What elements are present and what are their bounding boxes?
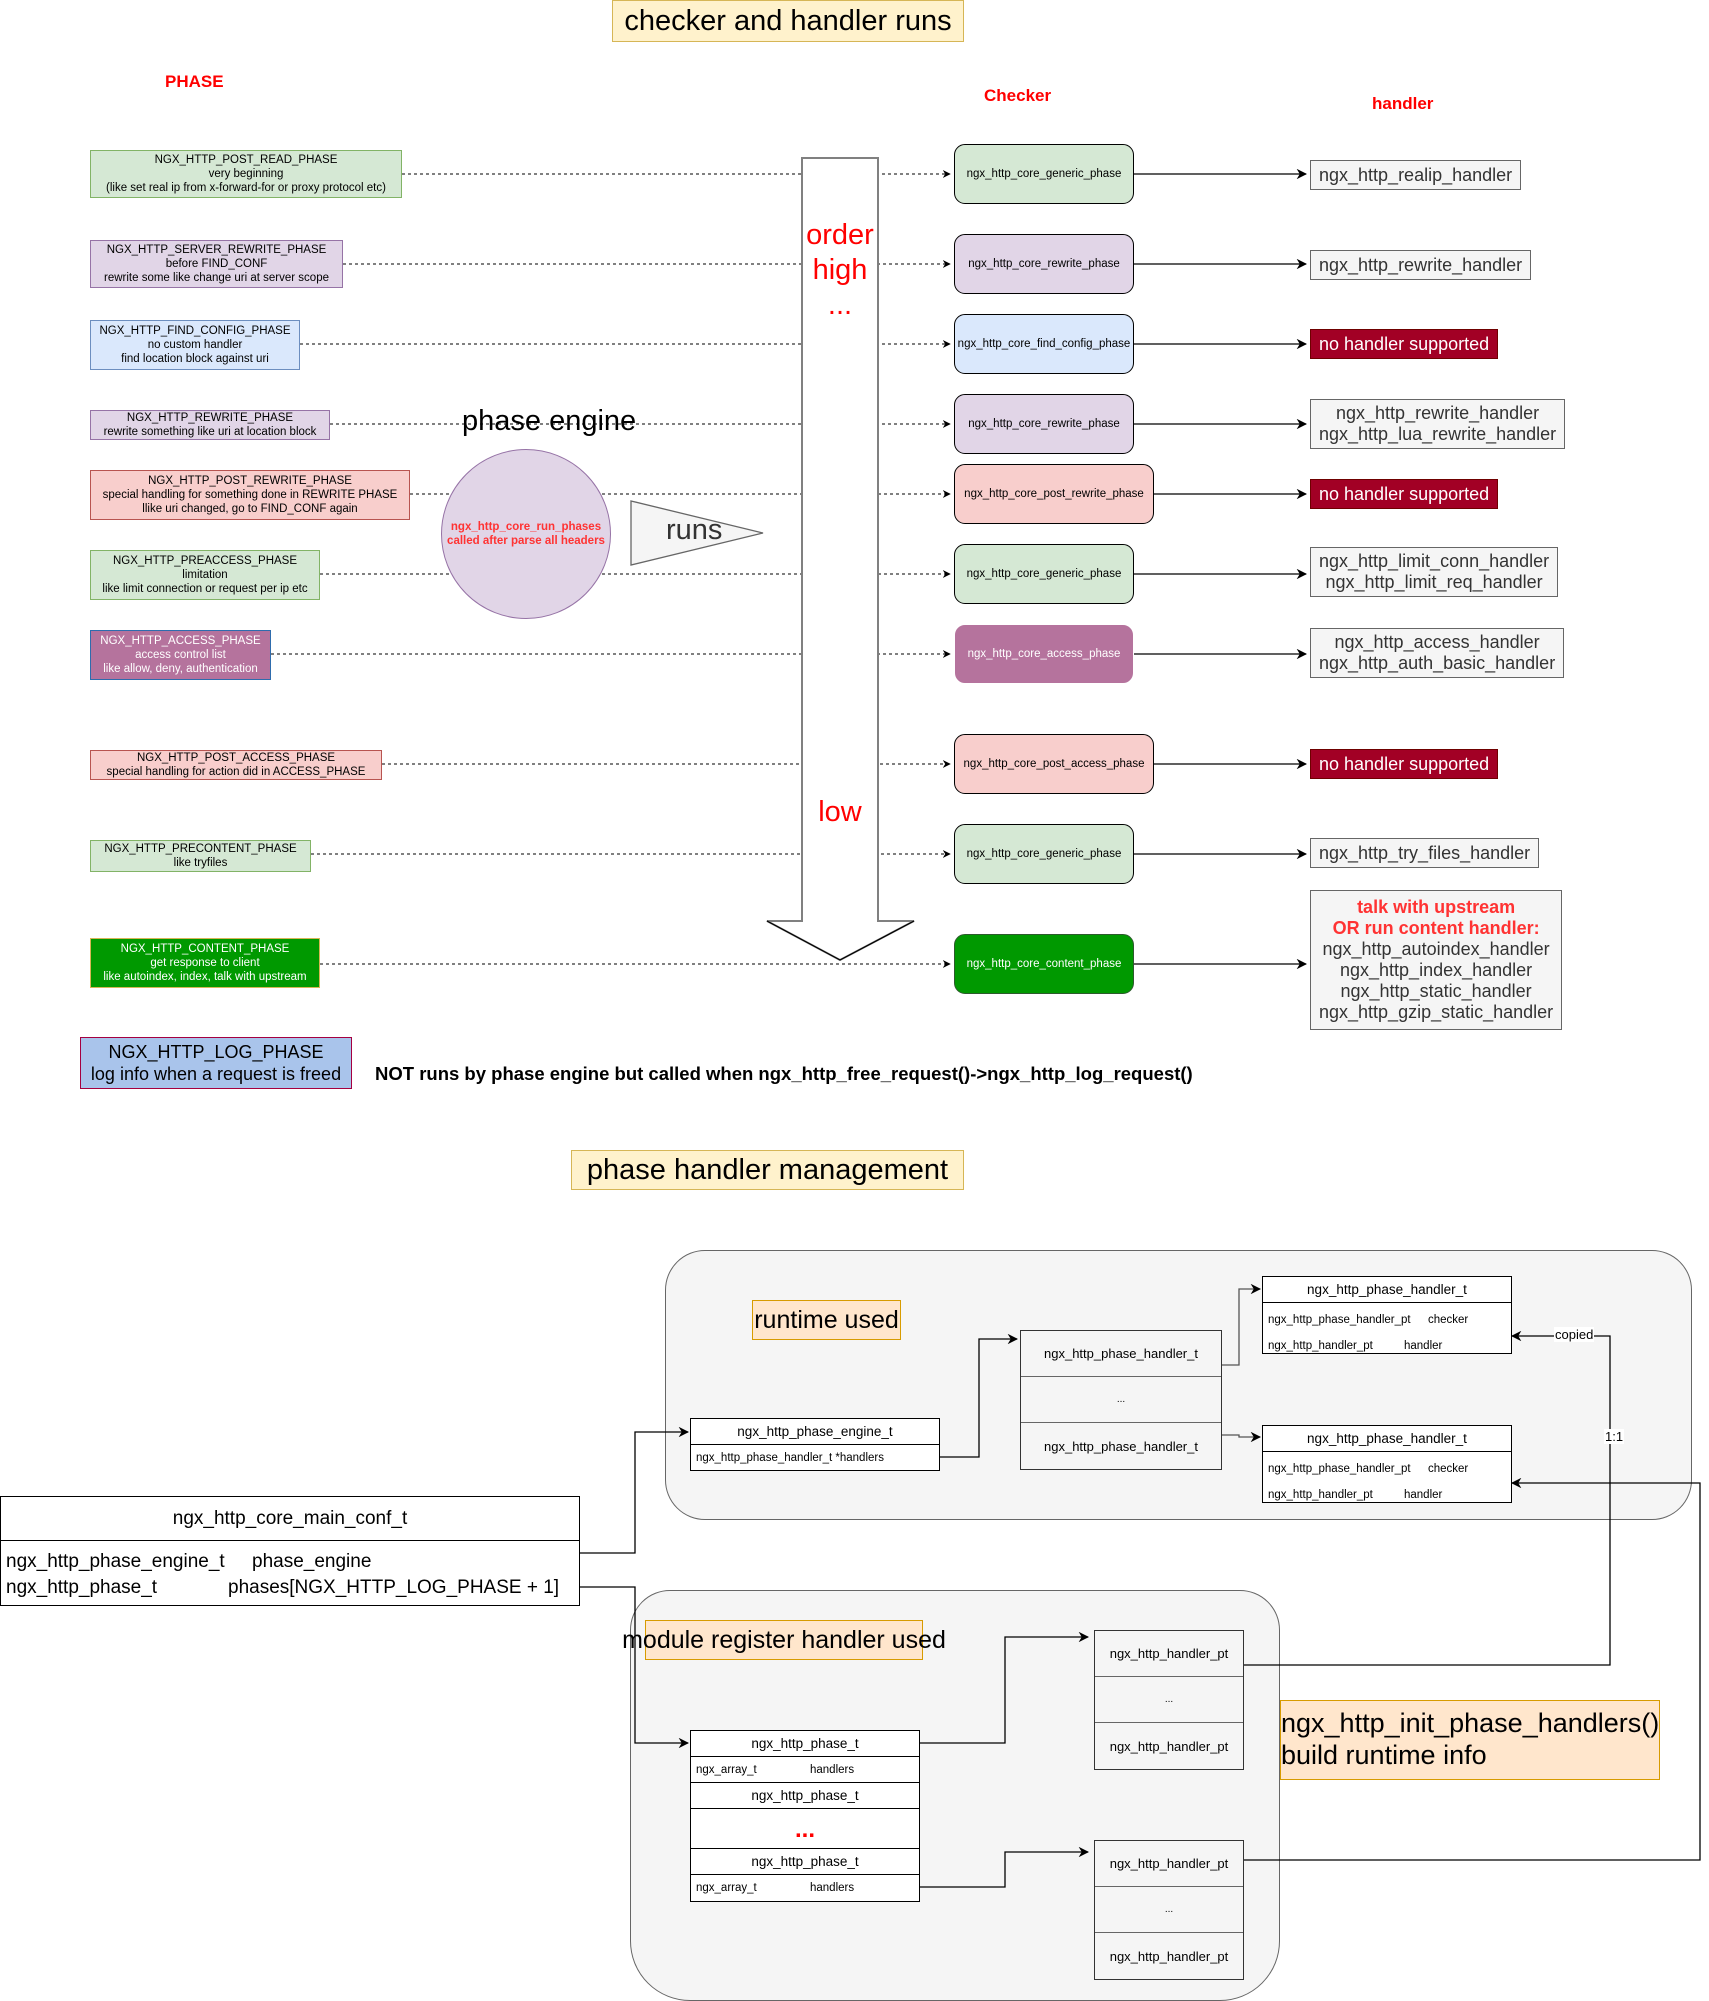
phase-handler-field: ngx_http_phase_handler_pt checker — [1268, 1463, 1469, 1475]
phase-handler-struct: ngx_http_phase_handler_t ngx_http_phase_h… — [1262, 1276, 1512, 1354]
edge-array-to-handler2 — [1222, 1431, 1262, 1443]
phase-engine-struct-field: ngx_http_phase_handler_t *handlers — [696, 1451, 884, 1464]
handler-pt-stack-2: ngx_http_handler_pt ... ngx_http_handler… — [1094, 1840, 1244, 1980]
handler-pt-ellipsis: ... — [1095, 1887, 1243, 1933]
phases-array-struct: ngx_http_phase_t ngx_array_t handlers ngx… — [690, 1730, 920, 1902]
phase-handler-struct-title: ngx_http_phase_handler_t — [1263, 1277, 1511, 1303]
edge-array-to-handler1 — [1222, 1283, 1262, 1366]
core-main-conf-fields: ngx_http_phase_engine_t phase_engine ngx_… — [1, 1541, 579, 1609]
edge-main-to-phases — [580, 1586, 690, 1749]
edge-phase-to-pt-stack2 — [920, 1846, 1090, 1888]
handler-pt-item: ngx_http_handler_pt — [1109, 1738, 1229, 1754]
phase-t-field: ngx_array_t handlers — [691, 1757, 919, 1783]
phase-handler-struct-title: ngx_http_phase_handler_t — [1263, 1426, 1511, 1452]
phase-handler-array-item: ngx_http_phase_handler_t — [1021, 1331, 1221, 1377]
core-main-conf-title: ngx_http_core_main_conf_t — [1, 1497, 579, 1541]
phase-handler-array: ngx_http_phase_handler_t ... ngx_http_ph… — [1020, 1330, 1222, 1470]
handler-pt-item: ngx_http_handler_pt — [1109, 1948, 1229, 1964]
handler-pt-stack-1: ngx_http_handler_pt ... ngx_http_handler… — [1094, 1630, 1244, 1770]
phase-handler-array-ellipsis: ... — [1021, 1377, 1221, 1423]
phase-handler-field: ngx_http_phase_handler_pt checker — [1268, 1314, 1469, 1326]
phase-handler-field: ngx_http_handler_pt handler — [1268, 1340, 1443, 1352]
phase-t-field: ngx_array_t handlers — [696, 1882, 855, 1894]
edge-engine-to-array — [940, 1333, 1019, 1458]
phase-t-title: ngx_http_phase_t — [691, 1849, 919, 1875]
phase-handler-field: ngx_http_handler_pt handler — [1268, 1489, 1443, 1501]
phase-t-title: ngx_http_phase_t — [691, 1731, 919, 1757]
phase-engine-struct-title: ngx_http_phase_engine_t — [691, 1419, 939, 1445]
handler-pt-ellipsis: ... — [1095, 1677, 1243, 1723]
edge-copied-2 — [1242, 1477, 1701, 1861]
phase-handler-array-item: ngx_http_phase_handler_t — [1044, 1438, 1198, 1454]
edge-ratio-label: 1:1 — [1604, 1429, 1625, 1444]
core-main-conf-struct: ngx_http_core_main_conf_t ngx_http_phase… — [0, 1496, 580, 1606]
field-phases: ngx_http_phase_t phases[NGX_HTTP_LOG_PHAS… — [6, 1577, 560, 1598]
phase-handler-struct: ngx_http_phase_handler_t ngx_http_phase_h… — [1262, 1425, 1512, 1503]
phase-engine-struct: ngx_http_phase_engine_t ngx_http_phase_h… — [690, 1418, 940, 1471]
edge-phase-to-pt-stack1 — [920, 1631, 1090, 1744]
field-phase-engine: ngx_http_phase_engine_t phase_engine — [6, 1551, 372, 1572]
connector-layer-2 — [580, 1283, 1701, 1888]
handler-pt-item: ngx_http_handler_pt — [1095, 1841, 1243, 1887]
phase-t-ellipsis: ... — [691, 1809, 919, 1849]
edge-copied-label: copied — [1554, 1327, 1595, 1342]
edge-main-to-engine — [580, 1426, 690, 1554]
phase-t-title: ngx_http_phase_t — [691, 1783, 919, 1809]
handler-pt-item: ngx_http_handler_pt — [1095, 1631, 1243, 1677]
